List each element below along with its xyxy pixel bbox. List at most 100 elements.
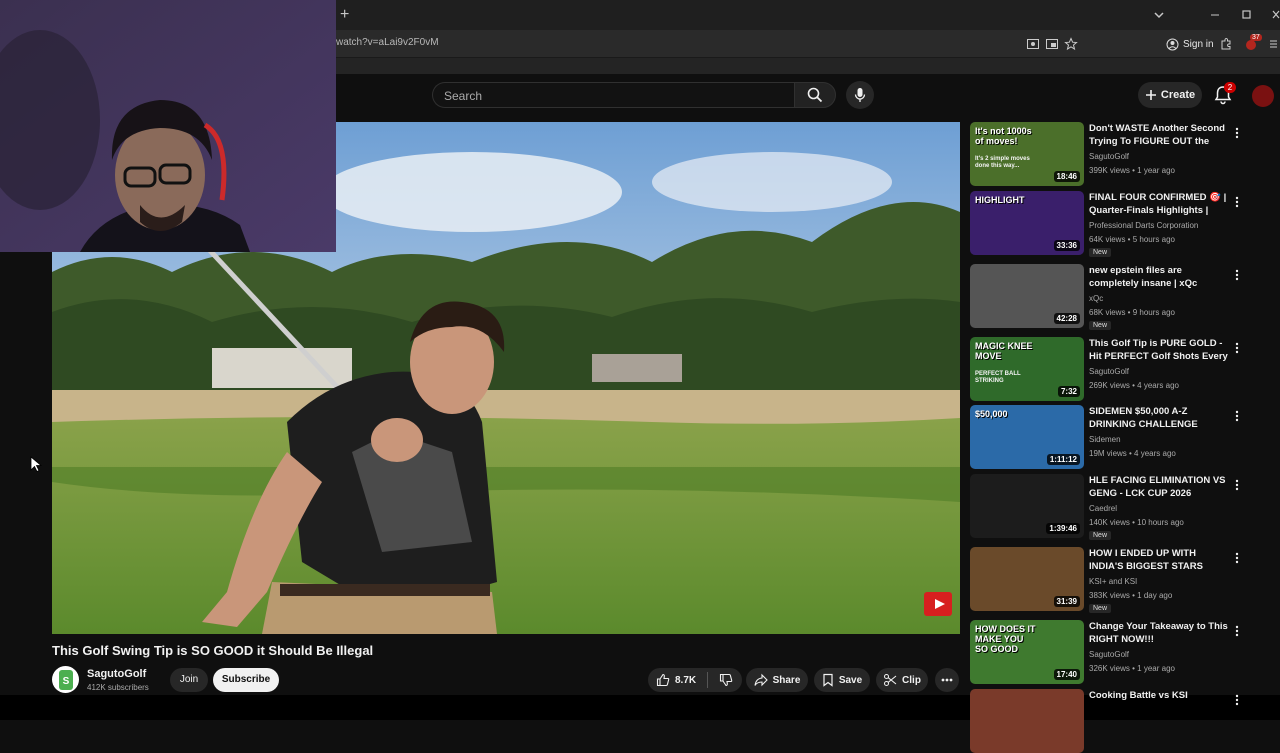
recommendation-title[interactable]: This Golf Tip is PURE GOLD - Hit PERFECT… [1089,337,1229,364]
close-window-button[interactable] [1268,6,1280,24]
new-badge: New [1089,531,1112,540]
subscribe-button[interactable]: Subscribe [213,668,279,692]
webcam-overlay [0,0,336,252]
thumbnail-subcaption: It's 2 simple moves done this way... [975,156,1030,169]
extensions-puzzle-icon[interactable] [1219,37,1233,51]
recommendation-item[interactable]: 31:39 HOW I ENDED UP WITH INDIA'S BIGGEST… [970,547,1244,613]
recommendation-thumbnail[interactable]: 1:39:46 [970,474,1084,538]
thumbs-down-icon [720,673,733,687]
subscriber-count: 412K subscribers [87,683,149,692]
recommendation-meta: 326K views • 1 year ago [1089,664,1175,673]
account-avatar[interactable] [1252,85,1274,107]
minimize-window-button[interactable] [1207,6,1223,24]
notification-badge: 2 [1224,82,1236,93]
recommendation-thumbnail[interactable]: $50,000 1:11:12 [970,405,1084,469]
recommendation-thumbnail[interactable] [970,689,1084,753]
more-vertical-icon[interactable] [1234,341,1240,354]
recommendation-item[interactable]: HOW DOES IT MAKE YOU SO GOOD 17:40 Change … [970,620,1244,684]
new-badge: New [1089,248,1112,257]
recommendation-channel[interactable]: KSI+ and KSI [1089,577,1137,586]
channel-name[interactable]: SagutoGolf [87,668,146,680]
recommendation-channel[interactable]: Caedrel [1089,504,1117,513]
more-horizontal-icon [941,678,953,682]
like-button[interactable]: 8.7K [656,673,696,687]
sign-in-button[interactable]: Sign in [1166,36,1214,52]
install-app-icon[interactable] [1026,37,1040,51]
tab-list-chevron-icon[interactable] [1151,6,1167,24]
clip-button[interactable]: Clip [876,668,928,692]
recommendation-title[interactable]: Don't WASTE Another Second Trying To FIG… [1089,122,1229,149]
url-field[interactable]: watch?v=aLai9v2F0vM [336,37,439,48]
video-duration-badge: 7:32 [1057,386,1080,397]
recommendation-item[interactable]: Cooking Battle vs KSI [970,689,1244,753]
recommendation-item[interactable]: $50,000 1:11:12 SIDEMEN $50,000 A-Z DRINKI… [970,405,1244,469]
recommendation-title[interactable]: FINAL FOUR CONFIRMED 🎯 | Quarter-Finals … [1089,191,1229,218]
microphone-icon [854,88,866,102]
like-dislike-group: 8.7K [648,668,742,692]
recommendation-channel[interactable]: xQc [1089,294,1103,303]
recommendation-channel[interactable]: SagutoGolf [1089,152,1129,161]
browser-menu-icon[interactable] [1268,37,1280,51]
new-badge: New [1089,321,1112,330]
search-input[interactable]: Search [432,82,794,108]
recommendation-item[interactable]: MAGIC KNEE MOVE PERFECT BALL STRIKING 7:32… [970,337,1244,401]
picture-in-picture-icon[interactable] [1045,37,1059,51]
recommendation-title[interactable]: SIDEMEN $50,000 A-Z DRINKING CHALLENGE (… [1089,405,1229,432]
recommendation-title[interactable]: Change Your Takeaway to This RIGHT NOW!!… [1089,620,1229,646]
share-button[interactable]: Share [746,668,808,692]
more-vertical-icon[interactable] [1234,268,1240,281]
recommendation-thumbnail[interactable]: HIGHLIGHT 33:36 [970,191,1084,255]
recommendation-thumbnail[interactable]: MAGIC KNEE MOVE PERFECT BALL STRIKING 7:32 [970,337,1084,401]
more-vertical-icon[interactable] [1234,195,1240,208]
dislike-button[interactable] [719,673,733,687]
bookmark-star-icon[interactable] [1064,37,1078,51]
recommendation-channel[interactable]: Professional Darts Corporation [1089,221,1198,230]
account-circle-icon [1166,38,1179,50]
save-button[interactable]: Save [814,668,870,692]
recommendation-item[interactable]: HIGHLIGHT 33:36 FINAL FOUR CONFIRMED 🎯 | Q… [970,191,1244,257]
new-tab-button[interactable]: + [340,6,354,24]
recommendation-meta: 19M views • 4 years ago [1089,449,1176,458]
recommendation-item[interactable]: 42:28 new epstein files are completely in… [970,264,1244,330]
more-vertical-icon[interactable] [1234,409,1240,422]
thumbnail-caption: HIGHLIGHT [975,195,1025,205]
video-duration-badge: 1:39:46 [1046,523,1080,534]
create-button[interactable]: Create [1138,82,1202,108]
maximize-window-button[interactable] [1238,6,1254,24]
recommendation-title[interactable]: HLE FACING ELIMINATION VS GENG - LCK CUP… [1089,474,1229,500]
voice-search-button[interactable] [846,81,874,109]
recommendation-thumbnail[interactable]: 31:39 [970,547,1084,611]
thumbnail-caption: MAGIC KNEE MOVE [975,341,1033,361]
channel-avatar[interactable]: S [52,666,79,693]
video-title: This Golf Swing Tip is SO GOOD it Should… [52,643,374,658]
extension-badge: 37 [1250,34,1262,41]
recommendation-item[interactable]: 1:39:46 HLE FACING ELIMINATION VS GENG - … [970,474,1244,540]
recommendation-item[interactable]: It's not 1000s of moves! It's 2 simple mo… [970,122,1244,186]
more-vertical-icon[interactable] [1234,624,1240,637]
search-button[interactable] [794,82,836,108]
more-vertical-icon[interactable] [1234,478,1240,491]
more-vertical-icon[interactable] [1234,551,1240,564]
sign-in-label: Sign in [1183,38,1214,50]
bookmark-icon [823,673,833,687]
svg-text:S: S [62,676,69,687]
recommendation-title[interactable]: Cooking Battle vs KSI [1089,689,1229,702]
recommendation-channel[interactable]: Sidemen [1089,435,1121,444]
recommendation-channel[interactable]: SagutoGolf [1089,650,1129,659]
more-vertical-icon[interactable] [1234,693,1240,706]
recommendation-title[interactable]: HOW I ENDED UP WITH INDIA'S BIGGEST STAR… [1089,547,1229,573]
recommendation-thumbnail[interactable]: 42:28 [970,264,1084,328]
more-actions-button[interactable] [935,668,959,692]
like-divider [707,672,709,688]
recommendation-thumbnail[interactable]: HOW DOES IT MAKE YOU SO GOOD 17:40 [970,620,1084,684]
video-duration-badge: 1:11:12 [1046,454,1080,465]
recommendation-thumbnail[interactable]: It's not 1000s of moves! It's 2 simple mo… [970,122,1084,186]
recommendation-title[interactable]: new epstein files are completely insane … [1089,264,1229,291]
join-button[interactable]: Join [170,668,208,692]
mouse-cursor-icon [30,456,43,473]
more-vertical-icon[interactable] [1234,126,1240,139]
recommendation-meta: 140K views • 10 hours ago [1089,518,1184,527]
recommendation-meta: 383K views • 1 day ago [1089,591,1173,600]
recommendation-channel[interactable]: SagutoGolf [1089,367,1129,376]
share-label: Share [772,674,801,686]
